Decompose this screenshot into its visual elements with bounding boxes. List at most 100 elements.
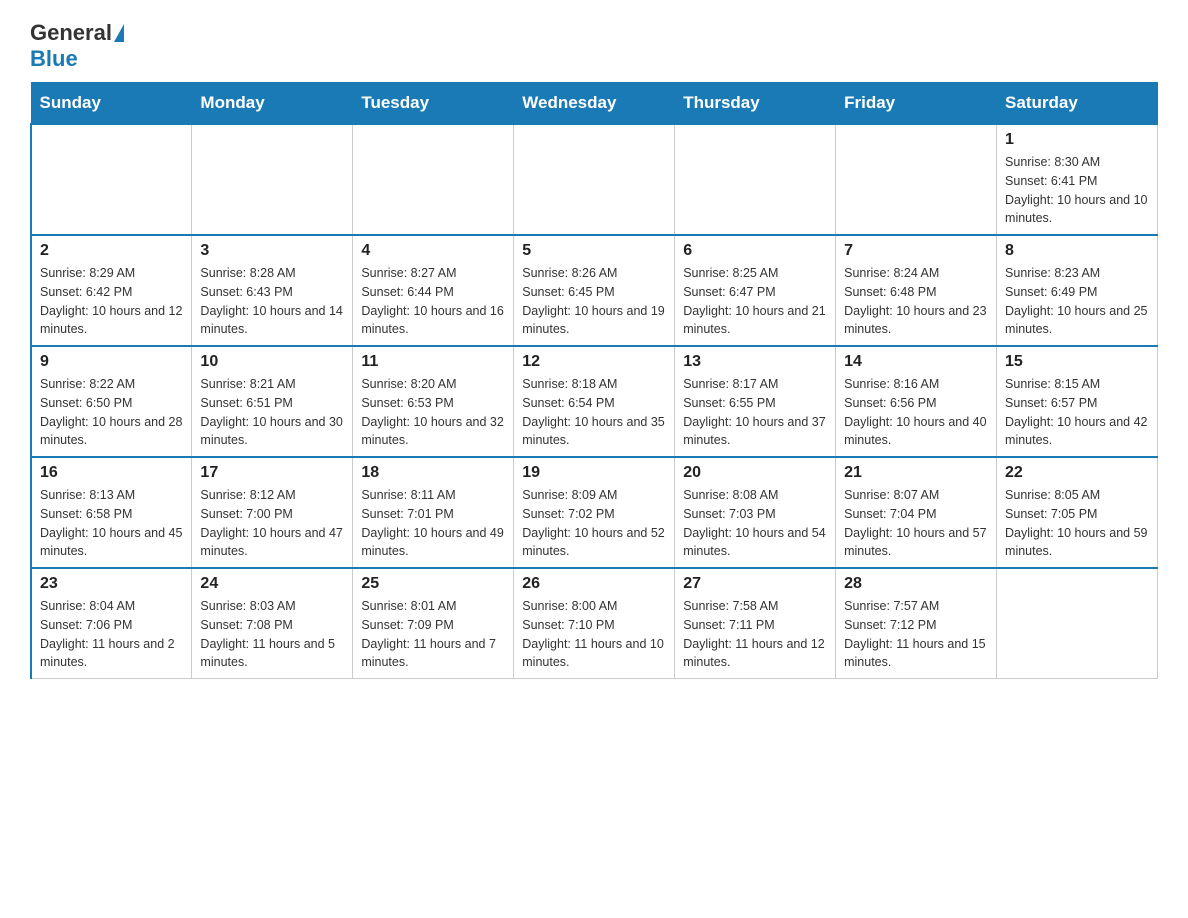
day-number: 5 bbox=[522, 242, 666, 260]
day-info: Sunrise: 8:16 AM Sunset: 6:56 PM Dayligh… bbox=[844, 375, 988, 450]
day-info: Sunrise: 8:22 AM Sunset: 6:50 PM Dayligh… bbox=[40, 375, 183, 450]
day-info: Sunrise: 8:12 AM Sunset: 7:00 PM Dayligh… bbox=[200, 486, 344, 561]
day-info: Sunrise: 7:58 AM Sunset: 7:11 PM Dayligh… bbox=[683, 597, 827, 672]
day-info: Sunrise: 8:26 AM Sunset: 6:45 PM Dayligh… bbox=[522, 264, 666, 339]
calendar-week-row: 9 Sunrise: 8:22 AM Sunset: 6:50 PM Daylig… bbox=[31, 346, 1158, 457]
calendar-cell: 8 Sunrise: 8:23 AM Sunset: 6:49 PM Daylig… bbox=[997, 235, 1158, 346]
calendar-cell: 3 Sunrise: 8:28 AM Sunset: 6:43 PM Daylig… bbox=[192, 235, 353, 346]
calendar-week-row: 1 Sunrise: 8:30 AM Sunset: 6:41 PM Daylig… bbox=[31, 124, 1158, 235]
calendar-cell: 19 Sunrise: 8:09 AM Sunset: 7:02 PM Dayli… bbox=[514, 457, 675, 568]
calendar-cell: 28 Sunrise: 7:57 AM Sunset: 7:12 PM Dayli… bbox=[836, 568, 997, 679]
calendar-cell: 18 Sunrise: 8:11 AM Sunset: 7:01 PM Dayli… bbox=[353, 457, 514, 568]
calendar-week-row: 2 Sunrise: 8:29 AM Sunset: 6:42 PM Daylig… bbox=[31, 235, 1158, 346]
day-number: 10 bbox=[200, 353, 344, 371]
day-number: 6 bbox=[683, 242, 827, 260]
day-number: 19 bbox=[522, 464, 666, 482]
day-info: Sunrise: 8:05 AM Sunset: 7:05 PM Dayligh… bbox=[1005, 486, 1149, 561]
calendar-cell: 20 Sunrise: 8:08 AM Sunset: 7:03 PM Dayli… bbox=[675, 457, 836, 568]
day-number: 25 bbox=[361, 575, 505, 593]
day-info: Sunrise: 8:28 AM Sunset: 6:43 PM Dayligh… bbox=[200, 264, 344, 339]
day-number: 15 bbox=[1005, 353, 1149, 371]
calendar-cell bbox=[353, 124, 514, 235]
day-number: 12 bbox=[522, 353, 666, 371]
day-number: 13 bbox=[683, 353, 827, 371]
calendar-cell bbox=[192, 124, 353, 235]
day-number: 8 bbox=[1005, 242, 1149, 260]
calendar-table: SundayMondayTuesdayWednesdayThursdayFrid… bbox=[30, 82, 1158, 679]
calendar-cell: 14Sunrise: 8:16 AM Sunset: 6:56 PM Dayli… bbox=[836, 346, 997, 457]
calendar-cell bbox=[31, 124, 192, 235]
day-number: 9 bbox=[40, 353, 183, 371]
day-number: 7 bbox=[844, 242, 988, 260]
day-info: Sunrise: 8:21 AM Sunset: 6:51 PM Dayligh… bbox=[200, 375, 344, 450]
calendar-cell: 27 Sunrise: 7:58 AM Sunset: 7:11 PM Dayli… bbox=[675, 568, 836, 679]
day-number: 26 bbox=[522, 575, 666, 593]
calendar-cell bbox=[997, 568, 1158, 679]
calendar-cell: 13 Sunrise: 8:17 AM Sunset: 6:55 PM Dayli… bbox=[675, 346, 836, 457]
calendar-header-sunday: Sunday bbox=[31, 83, 192, 125]
day-number: 28 bbox=[844, 575, 988, 593]
day-info: Sunrise: 8:23 AM Sunset: 6:49 PM Dayligh… bbox=[1005, 264, 1149, 339]
day-info: Sunrise: 8:03 AM Sunset: 7:08 PM Dayligh… bbox=[200, 597, 344, 672]
logo-general-text: General bbox=[30, 20, 112, 46]
day-info: Sunrise: 8:24 AM Sunset: 6:48 PM Dayligh… bbox=[844, 264, 988, 339]
calendar-cell: 7 Sunrise: 8:24 AM Sunset: 6:48 PM Daylig… bbox=[836, 235, 997, 346]
calendar-week-row: 23Sunrise: 8:04 AM Sunset: 7:06 PM Dayli… bbox=[31, 568, 1158, 679]
day-number: 21 bbox=[844, 464, 988, 482]
page-header: General Blue bbox=[30, 20, 1158, 72]
day-info: Sunrise: 8:07 AM Sunset: 7:04 PM Dayligh… bbox=[844, 486, 988, 561]
calendar-header-saturday: Saturday bbox=[997, 83, 1158, 125]
calendar-cell: 24 Sunrise: 8:03 AM Sunset: 7:08 PM Dayli… bbox=[192, 568, 353, 679]
calendar-cell: 15Sunrise: 8:15 AM Sunset: 6:57 PM Dayli… bbox=[997, 346, 1158, 457]
day-info: Sunrise: 7:57 AM Sunset: 7:12 PM Dayligh… bbox=[844, 597, 988, 672]
calendar-cell: 1 Sunrise: 8:30 AM Sunset: 6:41 PM Daylig… bbox=[997, 124, 1158, 235]
day-info: Sunrise: 8:30 AM Sunset: 6:41 PM Dayligh… bbox=[1005, 153, 1149, 228]
day-info: Sunrise: 8:01 AM Sunset: 7:09 PM Dayligh… bbox=[361, 597, 505, 672]
calendar-cell: 16 Sunrise: 8:13 AM Sunset: 6:58 PM Dayli… bbox=[31, 457, 192, 568]
calendar-cell bbox=[514, 124, 675, 235]
day-info: Sunrise: 8:20 AM Sunset: 6:53 PM Dayligh… bbox=[361, 375, 505, 450]
calendar-cell: 4 Sunrise: 8:27 AM Sunset: 6:44 PM Daylig… bbox=[353, 235, 514, 346]
day-number: 17 bbox=[200, 464, 344, 482]
calendar-cell: 2 Sunrise: 8:29 AM Sunset: 6:42 PM Daylig… bbox=[31, 235, 192, 346]
day-info: Sunrise: 8:17 AM Sunset: 6:55 PM Dayligh… bbox=[683, 375, 827, 450]
day-number: 3 bbox=[200, 242, 344, 260]
day-info: Sunrise: 8:29 AM Sunset: 6:42 PM Dayligh… bbox=[40, 264, 183, 339]
calendar-cell: 22Sunrise: 8:05 AM Sunset: 7:05 PM Dayli… bbox=[997, 457, 1158, 568]
day-info: Sunrise: 8:18 AM Sunset: 6:54 PM Dayligh… bbox=[522, 375, 666, 450]
calendar-cell: 6 Sunrise: 8:25 AM Sunset: 6:47 PM Daylig… bbox=[675, 235, 836, 346]
day-number: 2 bbox=[40, 242, 183, 260]
calendar-cell bbox=[675, 124, 836, 235]
calendar-cell: 5 Sunrise: 8:26 AM Sunset: 6:45 PM Daylig… bbox=[514, 235, 675, 346]
day-number: 20 bbox=[683, 464, 827, 482]
day-number: 16 bbox=[40, 464, 183, 482]
day-info: Sunrise: 8:13 AM Sunset: 6:58 PM Dayligh… bbox=[40, 486, 183, 561]
day-info: Sunrise: 8:04 AM Sunset: 7:06 PM Dayligh… bbox=[40, 597, 183, 672]
day-number: 11 bbox=[361, 353, 505, 371]
day-number: 1 bbox=[1005, 131, 1149, 149]
calendar-cell: 10 Sunrise: 8:21 AM Sunset: 6:51 PM Dayli… bbox=[192, 346, 353, 457]
logo-blue-text: Blue bbox=[30, 46, 78, 71]
day-info: Sunrise: 8:11 AM Sunset: 7:01 PM Dayligh… bbox=[361, 486, 505, 561]
day-info: Sunrise: 8:08 AM Sunset: 7:03 PM Dayligh… bbox=[683, 486, 827, 561]
calendar-header-tuesday: Tuesday bbox=[353, 83, 514, 125]
calendar-header-wednesday: Wednesday bbox=[514, 83, 675, 125]
day-number: 27 bbox=[683, 575, 827, 593]
calendar-header-row: SundayMondayTuesdayWednesdayThursdayFrid… bbox=[31, 83, 1158, 125]
day-number: 4 bbox=[361, 242, 505, 260]
day-info: Sunrise: 8:09 AM Sunset: 7:02 PM Dayligh… bbox=[522, 486, 666, 561]
day-number: 24 bbox=[200, 575, 344, 593]
calendar-cell: 17 Sunrise: 8:12 AM Sunset: 7:00 PM Dayli… bbox=[192, 457, 353, 568]
calendar-header-friday: Friday bbox=[836, 83, 997, 125]
day-info: Sunrise: 8:25 AM Sunset: 6:47 PM Dayligh… bbox=[683, 264, 827, 339]
calendar-cell: 12 Sunrise: 8:18 AM Sunset: 6:54 PM Dayli… bbox=[514, 346, 675, 457]
day-info: Sunrise: 8:00 AM Sunset: 7:10 PM Dayligh… bbox=[522, 597, 666, 672]
day-info: Sunrise: 8:27 AM Sunset: 6:44 PM Dayligh… bbox=[361, 264, 505, 339]
calendar-header-thursday: Thursday bbox=[675, 83, 836, 125]
logo: General Blue bbox=[30, 20, 126, 72]
calendar-cell: 25 Sunrise: 8:01 AM Sunset: 7:09 PM Dayli… bbox=[353, 568, 514, 679]
day-number: 18 bbox=[361, 464, 505, 482]
calendar-week-row: 16 Sunrise: 8:13 AM Sunset: 6:58 PM Dayli… bbox=[31, 457, 1158, 568]
calendar-cell: 11 Sunrise: 8:20 AM Sunset: 6:53 PM Dayli… bbox=[353, 346, 514, 457]
calendar-cell: 9 Sunrise: 8:22 AM Sunset: 6:50 PM Daylig… bbox=[31, 346, 192, 457]
